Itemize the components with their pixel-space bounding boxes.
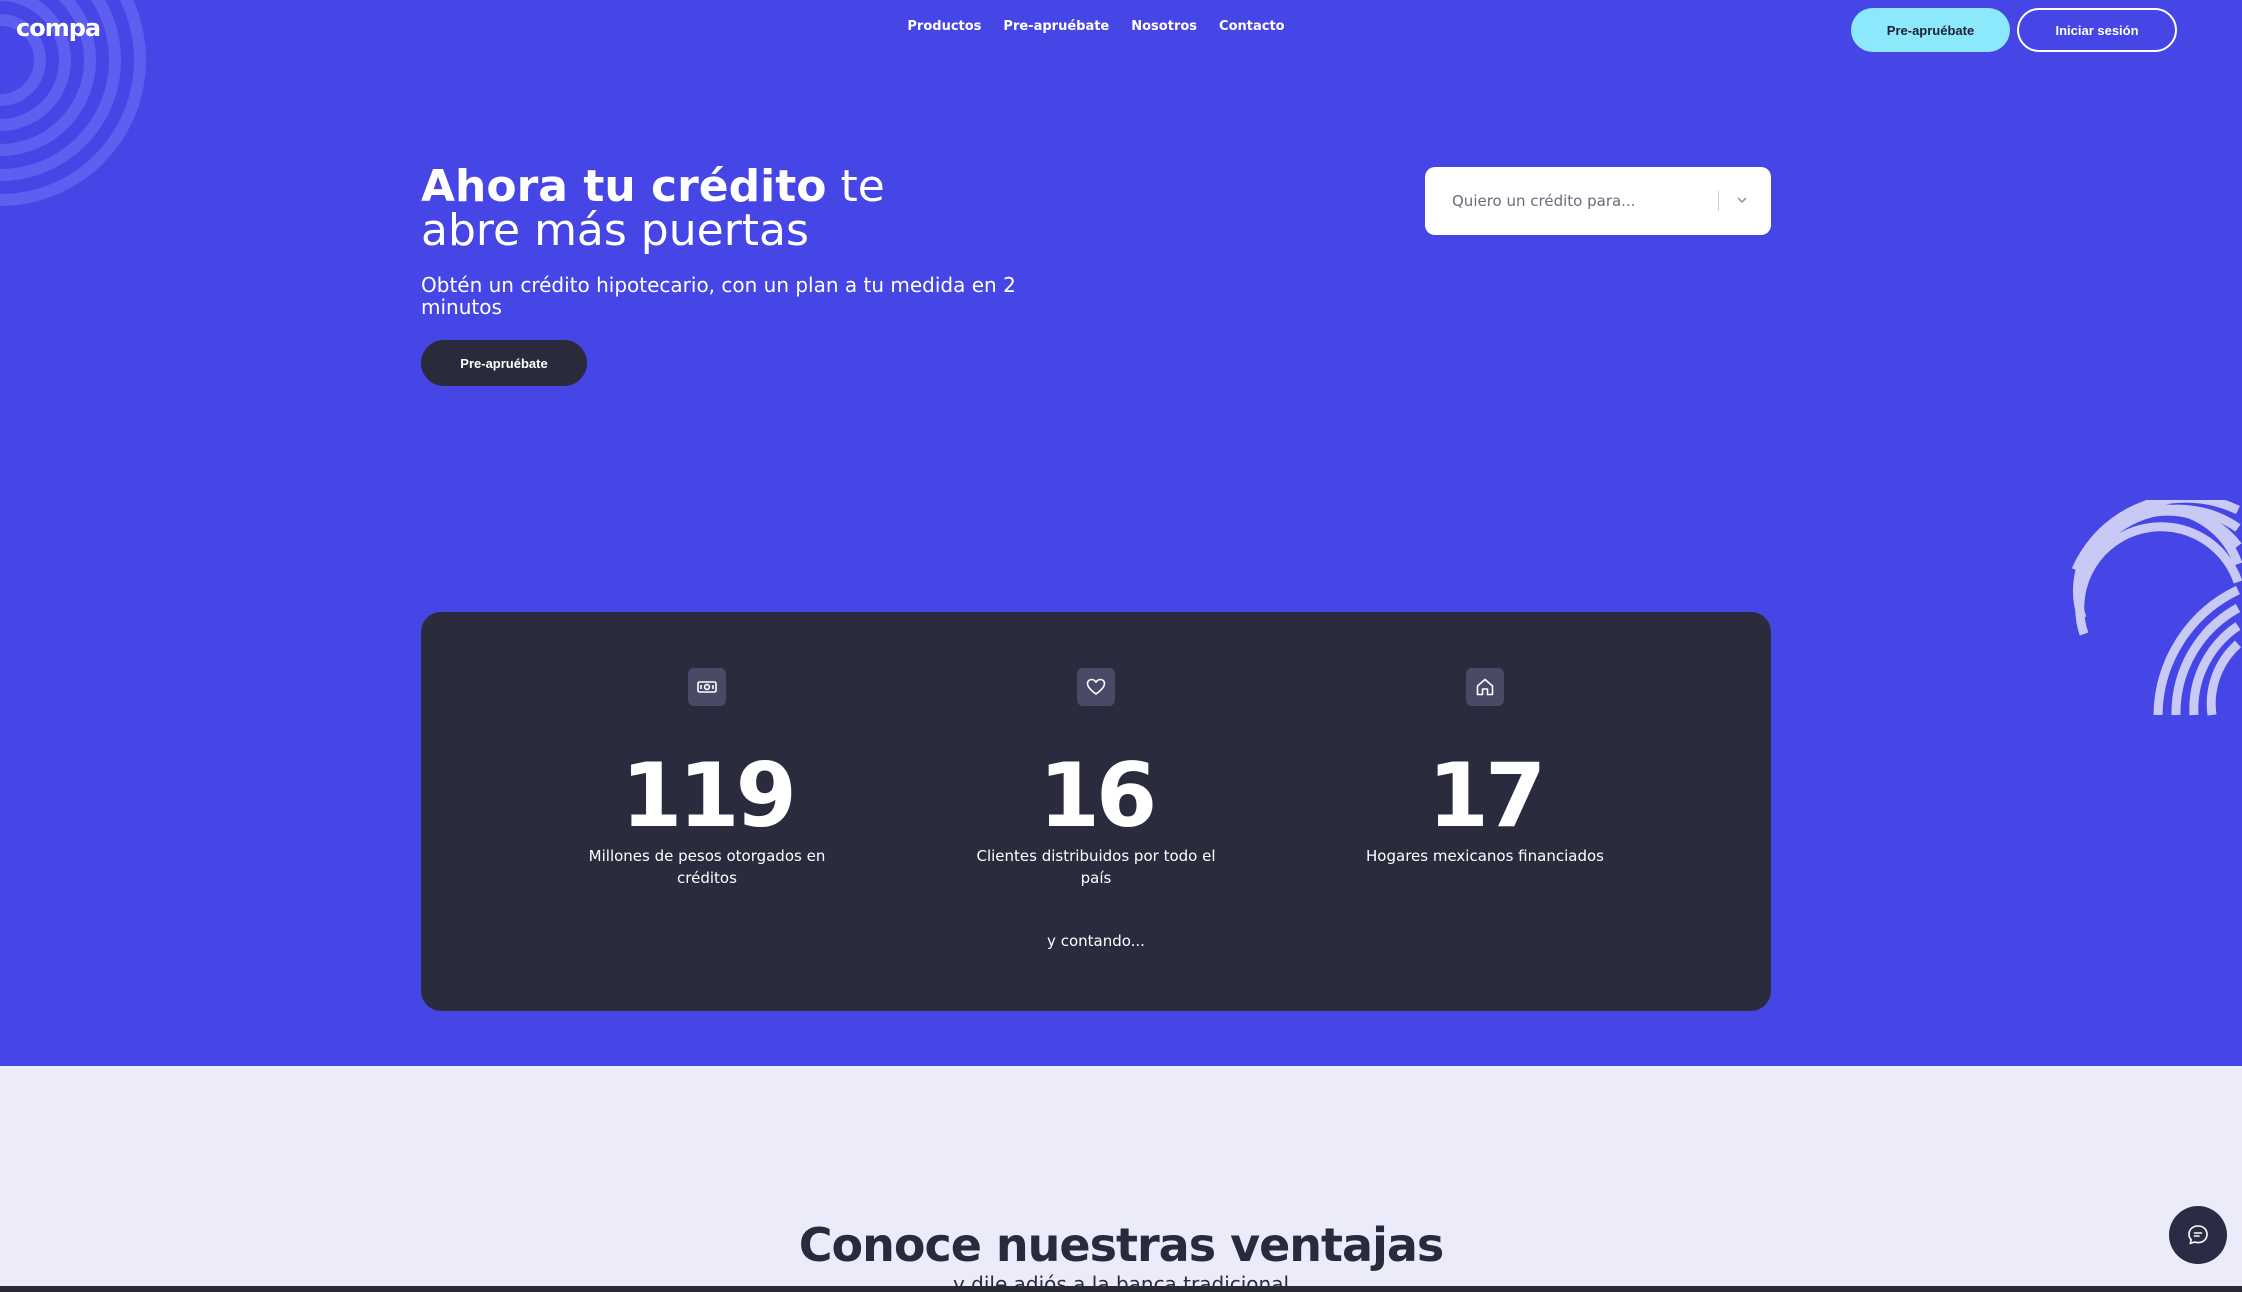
credit-purpose-placeholder: Quiero un crédito para... [1452,192,1636,210]
stat-value: 119 [621,744,797,847]
money-icon [688,668,726,706]
stat-value: 17 [1427,744,1546,847]
login-button[interactable]: Iniciar sesión [2017,8,2177,52]
hero-title-line-2: abre más puertas [421,205,809,256]
home-icon [1466,668,1504,706]
nav-item-nosotros[interactable]: Nosotros [1131,19,1197,34]
header-preapprove-button[interactable]: Pre-apruébate [1851,8,2010,52]
hero-subtitle: Obtén un crédito hipotecario, con un pla… [421,273,1016,319]
heart-icon [1077,668,1115,706]
chat-button[interactable] [2169,1206,2227,1264]
stats-footer-text: y contando... [1047,932,1145,950]
decorative-stripes-graphic [2071,500,2242,716]
bottom-edge-bar [0,1286,2242,1292]
advantages-section: Conoce nuestras ventajas y dile adiós a … [0,1066,2242,1292]
stat-value: 16 [1038,744,1157,847]
stat-description: Clientes distribuidos por todo el país [976,847,1216,887]
stat-description: Hogares mexicanos financiados [1366,847,1604,865]
nav-item-productos[interactable]: Productos [907,19,981,34]
chevron-down-icon[interactable] [1731,189,1753,211]
hero-title-rest: te [826,161,885,212]
hero-section: compa Productos Pre-apruébate Nosotros C… [0,0,2242,1066]
credit-purpose-select[interactable]: Quiero un crédito para... [1425,167,1771,235]
select-divider [1718,191,1719,211]
advantages-title: Conoce nuestras ventajas [798,1218,1445,1272]
chat-icon [2188,1225,2208,1245]
stat-description: Millones de pesos otorgados en créditos [588,847,826,887]
hero-preapprove-button[interactable]: Pre-apruébate [421,340,587,386]
nav-item-contacto[interactable]: Contacto [1219,19,1285,34]
stats-panel: 119 Millones de pesos otorgados en crédi… [421,612,1771,1011]
hero-title: Ahora tu crédito te abre más puertas [421,165,885,253]
nav-item-pre-apruebate[interactable]: Pre-apruébate [1003,19,1109,34]
